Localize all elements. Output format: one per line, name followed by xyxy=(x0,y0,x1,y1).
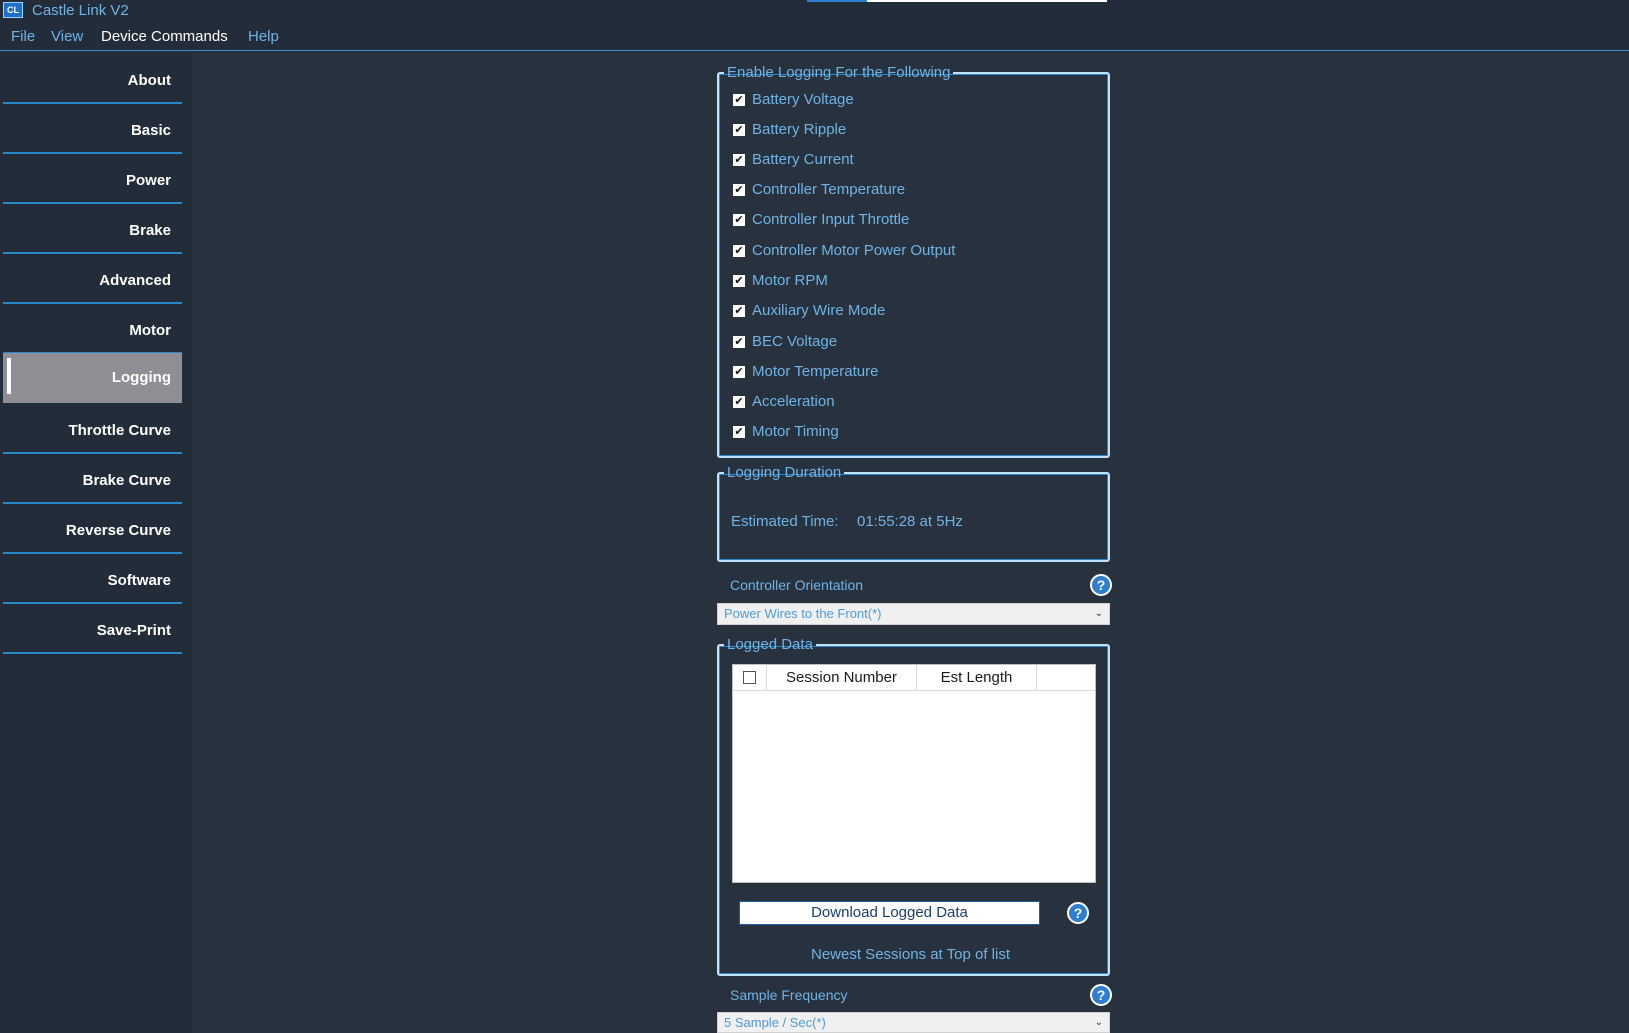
sidebar-item-save-print[interactable]: Save-Print xyxy=(3,608,182,654)
help-icon[interactable]: ? xyxy=(1067,902,1089,924)
checkbox-checked-icon[interactable]: ✔ xyxy=(733,366,745,378)
estimated-time-value: 01:55:28 at 5Hz xyxy=(857,513,963,530)
checkbox-label: Acceleration xyxy=(752,393,835,410)
app-logo-icon: CL xyxy=(3,2,23,18)
checkbox-label: Auxiliary Wire Mode xyxy=(752,302,886,319)
checkbox-label: Motor RPM xyxy=(752,272,828,289)
checkbox-label: Controller Temperature xyxy=(752,181,906,198)
menu-device-commands[interactable]: Device Commands xyxy=(101,28,228,45)
checkbox-checked-icon[interactable]: ✔ xyxy=(733,214,745,226)
enable-logging-legend: Enable Logging For the Following xyxy=(727,64,951,81)
logged-sessions-table[interactable]: Session Number Est Length xyxy=(732,664,1096,883)
chevron-down-icon: ⌄ xyxy=(1094,608,1103,619)
checkbox-label: BEC Voltage xyxy=(752,333,838,350)
checkbox-label: Controller Input Throttle xyxy=(752,211,910,228)
menu-help[interactable]: Help xyxy=(248,28,279,45)
progress-bar-fill xyxy=(807,0,867,2)
chevron-down-icon: ⌄ xyxy=(1094,1017,1103,1028)
checkbox-label: Battery Ripple xyxy=(752,121,847,138)
sidebar-item-power[interactable]: Power xyxy=(3,158,182,204)
checkbox-label: Motor Temperature xyxy=(752,363,879,380)
menu-view[interactable]: View xyxy=(51,28,83,45)
controller-orientation-value: Power Wires to the Front(*) xyxy=(724,606,882,621)
checkbox-checked-icon[interactable]: ✔ xyxy=(733,396,745,408)
sidebar-item-basic[interactable]: Basic xyxy=(3,108,182,154)
estimated-time-label: Estimated Time: xyxy=(731,513,839,530)
column-session-number[interactable]: Session Number xyxy=(767,665,917,690)
checkbox-label: Battery Current xyxy=(752,151,854,168)
sidebar-item-software[interactable]: Software xyxy=(3,558,182,604)
controller-orientation-select[interactable]: Power Wires to the Front(*) ⌄ xyxy=(717,603,1110,625)
sidebar: About Basic Power Brake Advanced Motor L… xyxy=(0,51,192,1033)
checkbox-checked-icon[interactable]: ✔ xyxy=(733,336,745,348)
sidebar-item-brake[interactable]: Brake xyxy=(3,208,182,254)
sample-frequency-value: 5 Sample / Sec(*) xyxy=(724,1015,826,1030)
newest-sessions-note: Newest Sessions at Top of list xyxy=(811,946,1010,963)
controller-orientation-label: Controller Orientation xyxy=(730,577,864,593)
select-all-cell xyxy=(733,665,767,690)
checkbox-checked-icon[interactable]: ✔ xyxy=(733,426,745,438)
checkbox-label: Battery Voltage xyxy=(752,91,854,108)
select-all-checkbox[interactable] xyxy=(743,671,756,684)
checkbox-checked-icon[interactable]: ✔ xyxy=(733,94,745,106)
sample-frequency-label: Sample Frequency xyxy=(730,987,848,1003)
sidebar-item-brake-curve[interactable]: Brake Curve xyxy=(3,458,182,504)
checkbox-checked-icon[interactable]: ✔ xyxy=(733,184,745,196)
checkbox-checked-icon[interactable]: ✔ xyxy=(733,305,745,317)
title-bar: CL Castle Link V2 xyxy=(0,0,1629,23)
checkbox-label: Motor Timing xyxy=(752,423,839,440)
sample-frequency-select[interactable]: 5 Sample / Sec(*) ⌄ xyxy=(717,1012,1110,1033)
sidebar-item-about[interactable]: About xyxy=(3,58,182,104)
help-icon[interactable]: ? xyxy=(1090,984,1112,1006)
sidebar-item-logging[interactable]: Logging xyxy=(3,353,182,403)
menu-bar: File View Device Commands Help xyxy=(0,23,1629,51)
window-title: Castle Link V2 xyxy=(32,2,129,19)
sidebar-item-reverse-curve[interactable]: Reverse Curve xyxy=(3,508,182,554)
table-header: Session Number Est Length xyxy=(733,665,1095,691)
checkbox-checked-icon[interactable]: ✔ xyxy=(733,275,745,287)
checkbox-checked-icon[interactable]: ✔ xyxy=(733,124,745,136)
column-est-length[interactable]: Est Length xyxy=(917,665,1037,690)
checkbox-checked-icon[interactable]: ✔ xyxy=(733,154,745,166)
help-icon[interactable]: ? xyxy=(1090,574,1112,596)
menu-file[interactable]: File xyxy=(11,28,35,45)
checkbox-checked-icon[interactable]: ✔ xyxy=(733,245,745,257)
sidebar-item-advanced[interactable]: Advanced xyxy=(3,258,182,304)
progress-bar xyxy=(807,0,1107,2)
sidebar-item-motor[interactable]: Motor xyxy=(3,308,182,354)
sidebar-item-throttle-curve[interactable]: Throttle Curve xyxy=(3,408,182,454)
logged-data-legend: Logged Data xyxy=(727,636,813,653)
checkbox-label: Controller Motor Power Output xyxy=(752,242,956,259)
logging-duration-legend: Logging Duration xyxy=(727,464,842,481)
download-logged-data-button[interactable]: Download Logged Data xyxy=(739,901,1040,925)
